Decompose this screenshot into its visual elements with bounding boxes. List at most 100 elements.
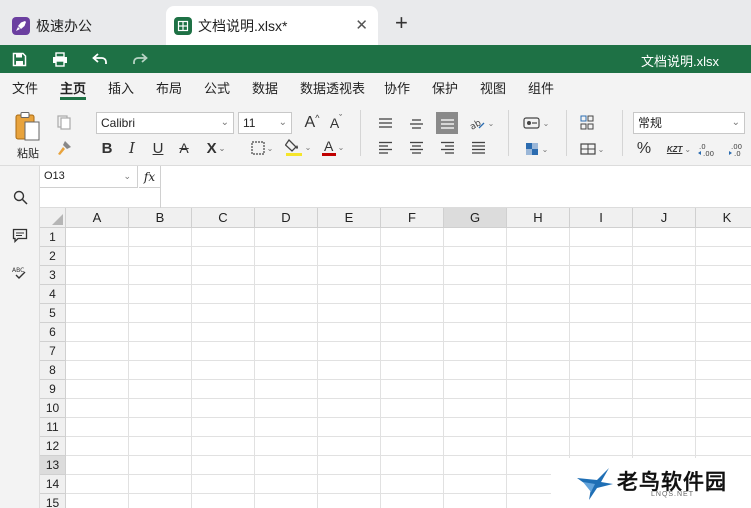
justify-button[interactable]: [469, 138, 487, 156]
align-top-button[interactable]: [376, 114, 394, 132]
watermark-subtitle: LNQS.NET: [651, 491, 695, 498]
row-header[interactable]: 10: [40, 399, 66, 418]
align-center-button[interactable]: [407, 138, 425, 156]
row-header[interactable]: 8: [40, 361, 66, 380]
shrink-font-button[interactable]: Aˇ: [326, 112, 346, 134]
conditional-format-button[interactable]: [576, 112, 598, 134]
undo-icon[interactable]: [91, 50, 109, 68]
select-all-corner[interactable]: [40, 208, 66, 228]
merge-cells-button[interactable]: ⌄: [520, 138, 552, 160]
row-header[interactable]: 11: [40, 418, 66, 437]
align-right-button[interactable]: [438, 138, 456, 156]
fill-color-button[interactable]: ⌄: [282, 136, 314, 158]
search-icon[interactable]: [11, 188, 29, 206]
row-header[interactable]: 6: [40, 323, 66, 342]
row-header[interactable]: 9: [40, 380, 66, 399]
row-header[interactable]: 4: [40, 285, 66, 304]
format-painter-icon: [58, 141, 71, 155]
column-header-i[interactable]: I: [570, 208, 633, 228]
chevron-down-icon: ⌄: [220, 117, 229, 128]
copy-button[interactable]: [54, 112, 74, 132]
currency-button[interactable]: KZT ⌄: [664, 138, 694, 160]
menu-layout[interactable]: 布局: [156, 78, 182, 97]
row-header[interactable]: 12: [40, 437, 66, 456]
row-header[interactable]: 3: [40, 266, 66, 285]
column-header-b[interactable]: B: [129, 208, 192, 228]
column-header-f[interactable]: F: [381, 208, 444, 228]
paste-button[interactable]: [12, 110, 44, 144]
percent-button[interactable]: %: [634, 138, 654, 160]
decrease-decimal-button[interactable]: .00.0: [726, 138, 746, 160]
ribbon-separator: [622, 110, 623, 156]
tab-document[interactable]: 文档说明.xlsx* ✕: [166, 6, 378, 45]
menu-collaborate[interactable]: 协作: [384, 78, 410, 97]
bold-button[interactable]: B: [98, 138, 116, 158]
menu-insert[interactable]: 插入: [108, 78, 134, 97]
menu-protect[interactable]: 保护: [432, 78, 458, 97]
menu-plugins[interactable]: 组件: [528, 78, 554, 97]
align-left-icon: [378, 141, 392, 154]
align-top-icon: [378, 118, 392, 128]
cell-style-button[interactable]: ⌄: [576, 138, 608, 160]
underline-button[interactable]: U: [149, 138, 167, 158]
name-box[interactable]: O13 ⌄: [40, 166, 138, 188]
svg-text:.00: .00: [703, 150, 714, 157]
column-header-h[interactable]: H: [507, 208, 570, 228]
font-color-button[interactable]: A ⌄: [318, 136, 348, 158]
menu-home[interactable]: 主页: [60, 78, 86, 97]
grow-font-button[interactable]: A ^: [302, 112, 322, 134]
italic-button[interactable]: I: [123, 138, 141, 158]
font-size-select[interactable]: 11 ⌄: [238, 112, 292, 134]
column-header-k[interactable]: K: [696, 208, 751, 228]
row-header[interactable]: 14: [40, 475, 66, 494]
column-header-g[interactable]: G: [444, 208, 507, 228]
print-icon[interactable]: [51, 50, 69, 68]
spellcheck-icon[interactable]: ABC: [11, 264, 29, 282]
fill-color-icon: [284, 138, 302, 156]
justify-icon: [471, 141, 485, 154]
subscript-button[interactable]: X ⌄: [201, 138, 231, 158]
column-header-d[interactable]: D: [255, 208, 318, 228]
menu-data[interactable]: 数据: [252, 78, 278, 97]
align-middle-icon: [409, 119, 423, 129]
cell-style-icon: [580, 143, 596, 155]
column-header-c[interactable]: C: [192, 208, 255, 228]
save-icon[interactable]: [10, 50, 28, 68]
row-header[interactable]: 15: [40, 494, 66, 508]
column-header-j[interactable]: J: [633, 208, 696, 228]
formula-bar-divider: [160, 166, 161, 208]
row-header-selected[interactable]: 13: [40, 456, 66, 475]
comment-icon[interactable]: [11, 226, 29, 244]
formula-input[interactable]: [164, 166, 744, 206]
close-icon[interactable]: ✕: [355, 16, 368, 34]
new-tab-button[interactable]: +: [395, 12, 408, 34]
wrap-text-button[interactable]: ⌄: [520, 112, 552, 134]
borders-button[interactable]: ⌄: [248, 138, 276, 158]
insert-function-button[interactable]: fx: [139, 166, 161, 188]
align-middle-button[interactable]: [407, 114, 425, 132]
font-name-select[interactable]: Calibri ⌄: [96, 112, 234, 134]
row-header[interactable]: 5: [40, 304, 66, 323]
increase-decimal-button[interactable]: .0.00: [696, 138, 716, 160]
redo-icon[interactable]: [131, 50, 149, 68]
svg-text:ABC: ABC: [12, 267, 24, 274]
menu-formula[interactable]: 公式: [204, 78, 230, 97]
align-bottom-button[interactable]: [436, 112, 458, 134]
tab-jisu-office[interactable]: 极速办公: [0, 6, 160, 45]
strikethrough-button[interactable]: A: [175, 138, 193, 158]
column-header-a[interactable]: A: [66, 208, 129, 228]
row-header[interactable]: 1: [40, 228, 66, 247]
column-header-e[interactable]: E: [318, 208, 381, 228]
text-orientation-button[interactable]: ab ⌄: [466, 112, 496, 134]
subscript-icon: X: [206, 139, 217, 157]
align-left-button[interactable]: [376, 138, 394, 156]
number-format-select[interactable]: 常规 ⌄: [633, 112, 745, 134]
align-bottom-icon: [440, 119, 454, 129]
menu-pivot-table[interactable]: 数据透视表: [300, 78, 365, 97]
menu-file[interactable]: 文件: [12, 78, 38, 97]
row-header[interactable]: 7: [40, 342, 66, 361]
menu-view[interactable]: 视图: [480, 78, 506, 97]
format-painter-button[interactable]: [54, 138, 74, 158]
row-header[interactable]: 2: [40, 247, 66, 266]
bird-logo-icon: [577, 468, 613, 500]
